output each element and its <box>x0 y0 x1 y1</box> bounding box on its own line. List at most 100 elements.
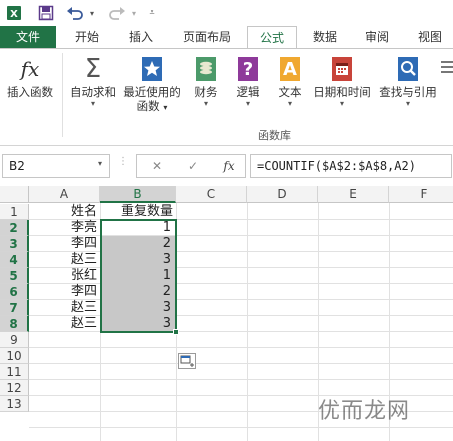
autosum-dropdown-icon: ▾ <box>90 99 95 108</box>
enter-icon[interactable]: ✓ <box>181 155 205 177</box>
finance-book-icon <box>193 55 219 83</box>
function-library-group-label: 函数库 <box>258 129 291 142</box>
tab-page-layout[interactable]: 页面布局 <box>170 26 244 48</box>
row-header-4[interactable]: 4 <box>0 252 29 268</box>
quick-access-toolbar: X ▾ ▾ ⩡ <box>0 0 453 26</box>
cell-b1[interactable]: 重复数量 <box>100 204 176 220</box>
cell-b4[interactable]: 3 <box>100 252 174 268</box>
ribbon-separator <box>62 53 63 137</box>
tab-review[interactable]: 审阅 <box>352 26 402 48</box>
row-header-5[interactable]: 5 <box>0 268 29 284</box>
auto-fill-options-icon <box>180 355 194 367</box>
cell-a1[interactable]: 姓名 <box>29 204 100 220</box>
row-header-1[interactable]: 1 <box>0 204 29 220</box>
cell-b7[interactable]: 3 <box>100 300 174 316</box>
row-header-6[interactable]: 6 <box>0 284 29 300</box>
date-time-label: 日期和时间 <box>313 85 371 99</box>
insert-function-button[interactable]: fx 插入函数 <box>4 55 56 99</box>
cell-a7[interactable]: 赵三 <box>29 300 100 316</box>
cell-a2[interactable]: 李亮 <box>29 220 100 236</box>
cell-a6[interactable]: 李四 <box>29 284 100 300</box>
tab-formulas[interactable]: 公式 <box>247 26 297 49</box>
cancel-icon[interactable]: ✕ <box>145 155 169 177</box>
financial-dropdown-icon: ▾ <box>203 99 208 108</box>
formula-bar-grip-icon: ⋮ <box>118 156 128 167</box>
select-all-corner[interactable] <box>0 186 29 203</box>
formula-bar: B2 ▾ ⋮ ✕ ✓ fx =COUNTIF($A$2:$A$8,A2) <box>0 151 453 181</box>
logical-button[interactable]: ? 逻辑 ▾ <box>228 55 268 109</box>
redo-dropdown-icon[interactable]: ▾ <box>128 3 140 23</box>
financial-button[interactable]: 财务 ▾ <box>186 55 226 109</box>
formula-buttons: ✕ ✓ fx <box>136 154 246 178</box>
insert-function-label: 插入函数 <box>7 85 53 99</box>
autosum-label: 自动求和 <box>70 85 116 99</box>
recently-used-button[interactable]: 最近使用的 函数 ▾ <box>120 55 184 115</box>
more-functions-icon[interactable] <box>441 61 453 73</box>
formula-input[interactable]: =COUNTIF($A$2:$A$8,A2) <box>250 154 452 178</box>
date-time-button[interactable]: 日期和时间 ▾ <box>310 55 374 109</box>
recently-used-label-2-text: 函数 <box>136 99 160 113</box>
undo-icon[interactable] <box>64 3 86 23</box>
lookup-reference-dropdown-icon: ▾ <box>405 99 410 108</box>
tab-home[interactable]: 开始 <box>62 26 112 48</box>
tab-data[interactable]: 数据 <box>300 26 350 48</box>
gridline <box>29 427 453 428</box>
text-button[interactable]: A 文本 ▾ <box>270 55 310 109</box>
tab-file[interactable]: 文件 <box>0 26 56 48</box>
recently-used-label-2: 函数 ▾ <box>136 99 168 113</box>
row-header-9[interactable]: 9 <box>0 332 29 348</box>
text-book-icon: A <box>277 55 303 83</box>
autosum-button[interactable]: Σ 自动求和 ▾ <box>66 55 120 109</box>
row-header-8[interactable]: 8 <box>0 316 29 332</box>
row-header-7[interactable]: 7 <box>0 300 29 316</box>
logical-dropdown-icon: ▾ <box>245 99 250 108</box>
row-header-13[interactable]: 13 <box>0 396 29 412</box>
row-header-10[interactable]: 10 <box>0 348 29 364</box>
name-box[interactable]: B2 <box>2 154 110 178</box>
customize-qat-icon[interactable]: ⩡ <box>146 3 158 23</box>
date-time-dropdown-icon: ▾ <box>339 99 344 108</box>
column-header-c[interactable]: C <box>176 186 247 203</box>
column-header-d[interactable]: D <box>247 186 318 203</box>
watermark: 优而龙网 <box>318 399 411 424</box>
row-header-12[interactable]: 12 <box>0 380 29 396</box>
cell-b2[interactable]: 1 <box>100 220 174 236</box>
logical-label: 逻辑 <box>236 85 260 99</box>
ribbon-tabs: 文件 开始 插入 页面布局 公式 数据 审阅 视图 <box>0 26 453 49</box>
cell-b6[interactable]: 2 <box>100 284 174 300</box>
row-header-3[interactable]: 3 <box>0 236 29 252</box>
name-box-dropdown-icon[interactable]: ▾ <box>98 159 102 168</box>
lookup-reference-button[interactable]: 查找与引用 ▾ <box>376 55 440 109</box>
lookup-book-icon <box>395 55 421 83</box>
auto-fill-options-button[interactable] <box>178 353 196 369</box>
tab-view[interactable]: 视图 <box>405 26 453 48</box>
column-header-b[interactable]: B <box>100 186 176 203</box>
logic-book-icon: ? <box>235 55 261 83</box>
text-label: 文本 <box>278 85 302 99</box>
undo-dropdown-icon[interactable]: ▾ <box>86 3 98 23</box>
redo-icon[interactable] <box>106 3 128 23</box>
column-header-e[interactable]: E <box>318 186 389 203</box>
insert-function-fx-icon[interactable]: fx <box>217 155 241 177</box>
excel-app-icon[interactable]: X <box>4 3 24 23</box>
row-header-2[interactable]: 2 <box>0 220 29 236</box>
cell-a4[interactable]: 赵三 <box>29 252 100 268</box>
star-book-icon <box>139 55 165 83</box>
row-header-11[interactable]: 11 <box>0 364 29 380</box>
cell-b5[interactable]: 1 <box>100 268 174 284</box>
tab-insert[interactable]: 插入 <box>116 26 166 48</box>
recently-used-label-1: 最近使用的 <box>123 85 181 99</box>
lookup-reference-label: 查找与引用 <box>379 85 437 99</box>
gridline <box>247 203 248 441</box>
cell-a5[interactable]: 张红 <box>29 268 100 284</box>
cell-b3[interactable]: 2 <box>100 236 174 252</box>
cell-b8[interactable]: 3 <box>100 316 174 332</box>
text-dropdown-icon: ▾ <box>287 99 292 108</box>
cell-a3[interactable]: 李四 <box>29 236 100 252</box>
gridline <box>29 347 453 348</box>
column-header-a[interactable]: A <box>29 186 100 203</box>
save-icon[interactable] <box>36 3 56 23</box>
cell-a8[interactable]: 赵三 <box>29 316 100 332</box>
column-header-f[interactable]: F <box>389 186 453 203</box>
gridline <box>29 363 453 364</box>
